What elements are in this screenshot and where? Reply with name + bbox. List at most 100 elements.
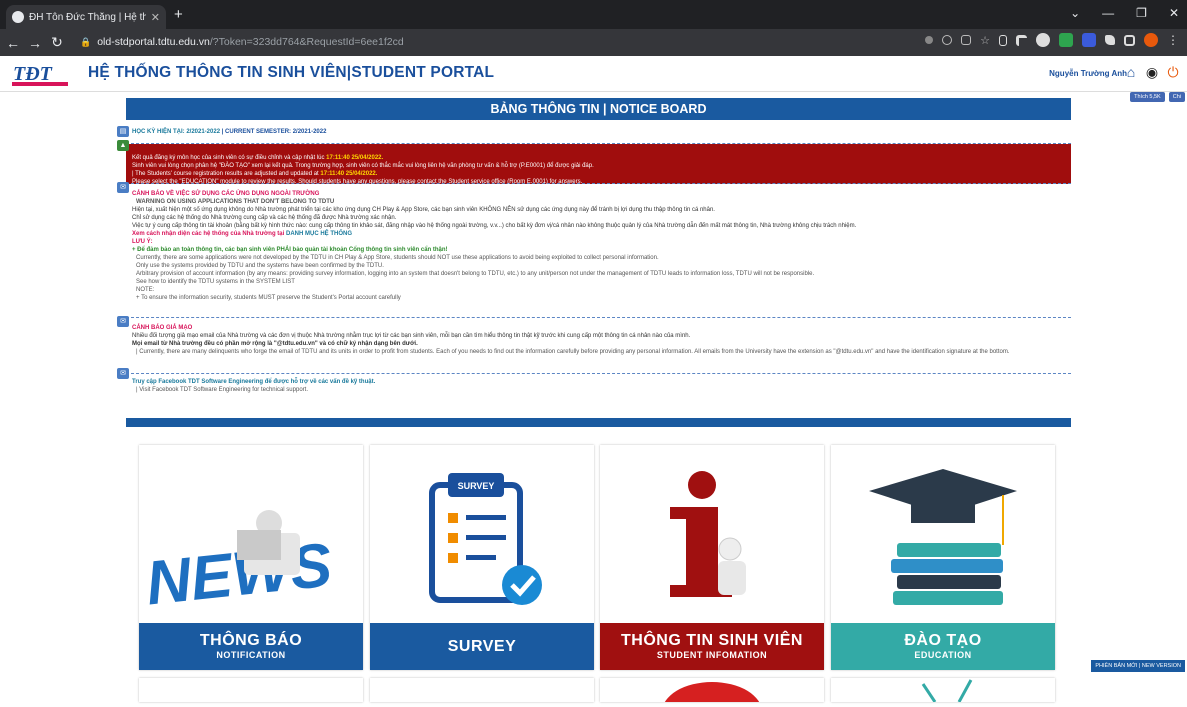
warn-title-en: WARNING ON USING APPLICATIONS THAT DON'T… bbox=[136, 199, 335, 205]
menu-icon[interactable]: ⋮ bbox=[1167, 33, 1179, 47]
minimize-icon[interactable]: — bbox=[1102, 6, 1114, 20]
url-host: old-stdportal.tdtu.edu.vn bbox=[97, 36, 210, 48]
new-version-button[interactable]: PHIÊN BẢN MỚI | NEW VERSION bbox=[1091, 660, 1185, 672]
tab-title: ĐH Tôn Đức Thắng | Hệ thống th bbox=[29, 11, 146, 23]
key-icon[interactable] bbox=[925, 36, 934, 44]
survey-badge-text: SURVEY bbox=[458, 481, 495, 491]
notice-board: BẢNG THÔNG TIN | NOTICE BOARD ▤ HỌC KỲ H… bbox=[117, 98, 1071, 427]
close-tab-icon[interactable]: ✕ bbox=[151, 11, 160, 24]
tile-row2-1[interactable] bbox=[139, 678, 363, 702]
tile-survey-title: SURVEY bbox=[447, 638, 517, 655]
restore-icon[interactable]: ❐ bbox=[1136, 6, 1147, 20]
tile-education[interactable]: ĐÀO TẠO EDUCATION bbox=[831, 445, 1055, 670]
app-warning-section: ✉ CẢNH BÁO VỀ VIỆC SỬ DỤNG CÁC ỨNG DỤNG … bbox=[117, 182, 1071, 318]
megaphone-icon: ✉ bbox=[117, 182, 129, 193]
system-list-link[interactable]: DANH MỤC HỆ THỐNG bbox=[286, 231, 352, 237]
fake-title: CẢNH BÁO GIẢ MẠO bbox=[132, 325, 193, 331]
profile-avatar[interactable] bbox=[1144, 33, 1158, 47]
reload-icon[interactable]: ↻ bbox=[48, 34, 66, 51]
notice-board-footer bbox=[126, 418, 1071, 427]
extension-5-icon[interactable] bbox=[1082, 33, 1096, 47]
extension-3-icon[interactable] bbox=[1036, 33, 1050, 47]
header-icons: ⌂ ◉ ⏻ bbox=[1123, 63, 1181, 81]
sidepanel-icon[interactable] bbox=[1124, 34, 1135, 46]
share-icon[interactable] bbox=[961, 35, 972, 45]
warn-note: LƯU Ý: bbox=[132, 239, 153, 245]
warn-en-6: + To ensure the information security, st… bbox=[136, 295, 401, 301]
warn-line-3: Việc tự ý cung cấp thông tin tài khoản (… bbox=[132, 223, 857, 229]
tile-notification[interactable]: NEWS THÔNG BÁO NOTIFICATION bbox=[139, 445, 363, 670]
tile-row2-3[interactable] bbox=[600, 678, 824, 707]
notice-board-title: BẢNG THÔNG TIN | NOTICE BOARD bbox=[126, 98, 1071, 120]
tile-notification-title: THÔNG BÁO bbox=[199, 632, 303, 649]
bookmark-star-icon[interactable]: ☆ bbox=[980, 34, 990, 47]
home-icon[interactable]: ⌂ bbox=[1123, 63, 1139, 81]
svg-text:TĐT: TĐT bbox=[13, 63, 53, 85]
extension-4-icon[interactable] bbox=[1059, 33, 1073, 47]
graduation-cap-icon bbox=[831, 445, 1055, 623]
tile-row2-4[interactable] bbox=[831, 678, 1055, 703]
megaphone-icon: ✉ bbox=[117, 368, 129, 379]
user-name[interactable]: Nguyễn Trường Anh bbox=[1049, 69, 1127, 78]
close-window-icon[interactable]: ✕ bbox=[1169, 6, 1179, 20]
site-favicon-icon bbox=[12, 11, 24, 23]
phishing-warning-section: ✉ CẢNH BÁO GIẢ MẠO Nhiều đối tượng giả m… bbox=[117, 316, 1071, 374]
fb-support-title[interactable]: Truy cập Facebook TDT Software Engineeri… bbox=[132, 378, 1065, 386]
extension-1-icon[interactable] bbox=[999, 34, 1007, 46]
tile-student-info-subtitle: STUDENT INFOMATION bbox=[656, 650, 768, 660]
url-path: /?Token=323dd764&RequestId=6ee1f2cd bbox=[209, 36, 404, 48]
semester-en: | CURRENT SEMESTER: 2/2021-2022 bbox=[221, 129, 327, 135]
tile-student-info-band: THÔNG TIN SINH VIÊN STUDENT INFOMATION bbox=[600, 623, 824, 670]
red-line-1: Kết quả đăng ký môn học của sinh viên có… bbox=[132, 155, 325, 161]
calendar-icon: ▤ bbox=[117, 126, 129, 137]
fake-line-3: | Currently, there are many delinquents … bbox=[136, 349, 1010, 355]
warn-line-1: Hiện tại, xuất hiện một số ứng dụng khôn… bbox=[132, 207, 715, 213]
lock-settings-icon[interactable]: ◉ bbox=[1144, 63, 1160, 81]
tile-row2-3-pic bbox=[662, 682, 762, 707]
browser-tab[interactable]: ĐH Tôn Đức Thắng | Hệ thống th ✕ bbox=[6, 5, 166, 29]
window-controls: ⌄ — ❐ ✕ bbox=[1070, 6, 1179, 20]
semester-vi: HỌC KỲ HIỆN TẠI: 2/2021-2022 bbox=[132, 129, 221, 135]
megaphone-icon: ✉ bbox=[117, 316, 129, 327]
tile-education-title: ĐÀO TẠO bbox=[904, 632, 982, 649]
tile-notification-subtitle: NOTIFICATION bbox=[216, 650, 286, 660]
tile-student-info[interactable]: THÔNG TIN SINH VIÊN STUDENT INFOMATION bbox=[600, 445, 824, 670]
warn-title: CẢNH BÁO VỀ VIỆC SỬ DỤNG CÁC ỨNG DỤNG NG… bbox=[132, 191, 320, 197]
facebook-buttons: Thích 5,5K Chi bbox=[1130, 92, 1185, 102]
red-time-2: 17:11:40 25/04/2022. bbox=[320, 171, 378, 177]
warn-en-2: Only use the systems provided by TDTU an… bbox=[136, 263, 384, 269]
registration-alert: ▲ Kết quả đăng ký môn học của sinh viên … bbox=[117, 140, 1071, 185]
address-bar[interactable]: 🔒 old-stdportal.tdtu.edu.vn/?Token=323dd… bbox=[80, 32, 920, 52]
lock-icon[interactable]: 🔒 bbox=[80, 37, 91, 48]
tab-search-icon[interactable]: ⌄ bbox=[1070, 6, 1080, 20]
tile-row2-2[interactable] bbox=[370, 678, 594, 702]
new-tab-icon[interactable]: + bbox=[174, 6, 183, 23]
fb-support-line: | Visit Facebook TDT Software Engineerin… bbox=[136, 387, 308, 393]
extensions-puzzle-icon[interactable] bbox=[1105, 35, 1115, 45]
tile-survey[interactable]: SURVEY SURVEY bbox=[370, 445, 594, 670]
portal-header: TĐT HỆ THỐNG THÔNG TIN SINH VIÊN|STUDENT… bbox=[0, 56, 1187, 92]
fb-like-button[interactable]: Thích 5,5K bbox=[1130, 92, 1165, 102]
fb-share-button[interactable]: Chi bbox=[1168, 92, 1185, 102]
back-icon[interactable]: ← bbox=[4, 35, 22, 51]
logout-icon[interactable]: ⏻ bbox=[1165, 63, 1181, 81]
alert-icon: ▲ bbox=[117, 140, 129, 151]
tile-survey-band: SURVEY bbox=[370, 623, 594, 670]
facebook-support-section: ✉ Truy cập Facebook TDT Software Enginee… bbox=[117, 368, 1071, 402]
semester-section: ▤ HỌC KỲ HIỆN TẠI: 2/2021-2022 | CURRENT… bbox=[117, 120, 1071, 144]
warn-line-5: + Để đảm bảo an toàn thông tin, các bạn … bbox=[132, 247, 448, 253]
zoom-icon[interactable] bbox=[942, 35, 953, 45]
forward-icon[interactable]: → bbox=[26, 35, 44, 51]
tile-education-band: ĐÀO TẠO EDUCATION bbox=[831, 623, 1055, 670]
warn-line-2: Chỉ sử dụng các hệ thống do Nhà trường c… bbox=[132, 215, 397, 221]
browser-tab-strip: ĐH Tôn Đức Thắng | Hệ thống th ✕ + ⌄ — ❐… bbox=[0, 0, 1187, 29]
tile-notification-band: THÔNG BÁO NOTIFICATION bbox=[139, 623, 363, 670]
tdt-logo: TĐT bbox=[12, 63, 68, 86]
tile-student-info-title: THÔNG TIN SINH VIÊN bbox=[621, 632, 803, 649]
warn-en-1: Currently, there are some applications w… bbox=[136, 255, 659, 261]
info-illustration-icon bbox=[600, 445, 824, 623]
tile-education-subtitle: EDUCATION bbox=[914, 650, 972, 660]
extension-2-icon[interactable] bbox=[1016, 34, 1027, 46]
fake-line-1: Nhiều đối tượng giả mạo email của Nhà tr… bbox=[132, 333, 691, 339]
tile-row2-4-pic bbox=[921, 679, 973, 703]
